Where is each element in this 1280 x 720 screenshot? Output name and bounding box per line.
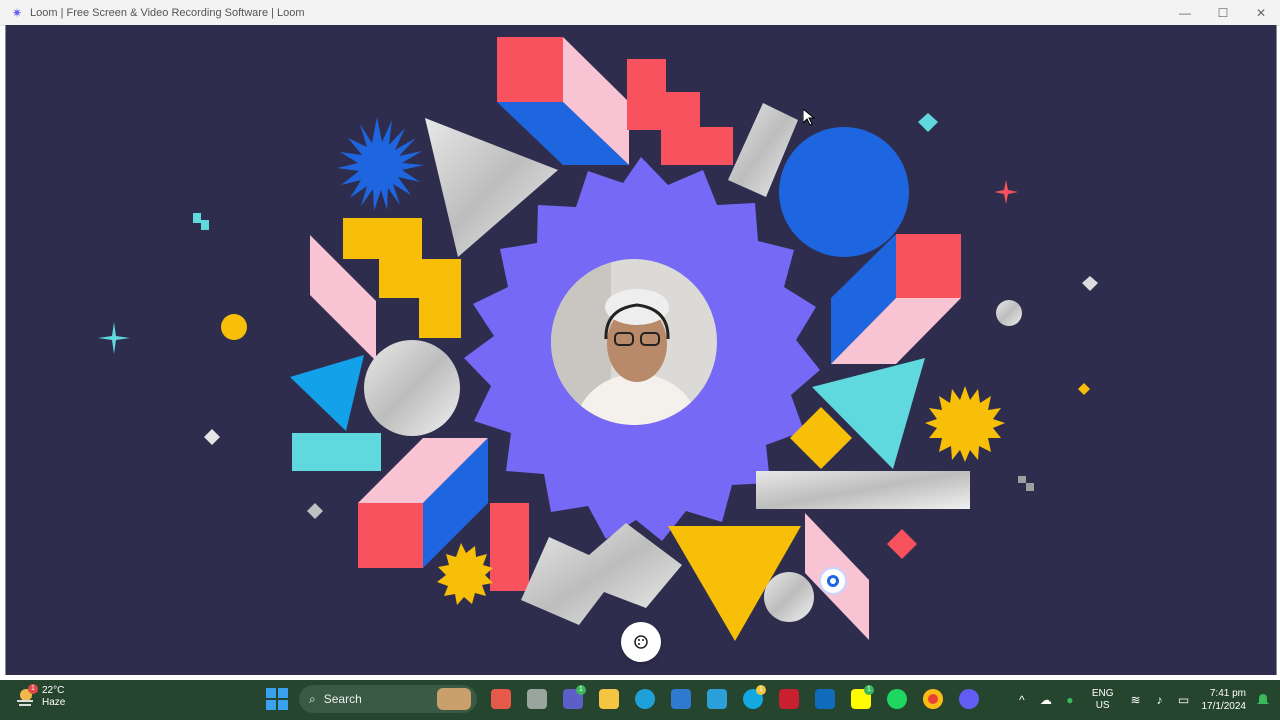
blue-circle — [779, 127, 909, 257]
white-diamond-left — [204, 429, 220, 445]
teams-badge: 1 — [576, 685, 586, 695]
teal-diamond — [918, 113, 938, 132]
webcam-feed — [551, 259, 717, 425]
blue-starburst — [337, 117, 424, 211]
grey-diamond-left — [307, 503, 323, 519]
teal-rect — [292, 433, 381, 471]
teal-sparkle — [98, 322, 130, 354]
marble-circle-bottom — [764, 572, 814, 622]
edge-icon[interactable] — [630, 684, 660, 714]
mcafee-icon[interactable] — [774, 684, 804, 714]
search-highlight-image — [437, 688, 471, 710]
teal-steps — [193, 213, 209, 230]
window-title: Loom | Free Screen & Video Recording Sof… — [30, 6, 305, 19]
marble-zigzag — [521, 523, 682, 625]
file-explorer-icon[interactable] — [486, 684, 516, 714]
clock-date: 17/1/2024 — [1201, 701, 1247, 712]
coral-stairs — [627, 59, 733, 165]
mdp-icon[interactable] — [702, 684, 732, 714]
coral-block-right — [896, 234, 961, 298]
window-controls: — ☐ ✕ — [1166, 0, 1280, 25]
clock-time: 7:41 pm — [1209, 688, 1246, 699]
haze-icon: 1 — [14, 684, 38, 708]
palette-icon — [634, 635, 648, 649]
snapchat-icon[interactable]: 1 — [846, 684, 876, 714]
loom-favicon-icon: ✷ — [12, 5, 23, 20]
weather-badge: 1 — [28, 684, 38, 694]
webcam-bubble[interactable] — [551, 259, 717, 425]
yellow-small-diamond — [1078, 383, 1090, 395]
theme-button[interactable] — [621, 622, 661, 662]
folder-icon[interactable] — [594, 684, 624, 714]
skype-badge: 1 — [756, 685, 766, 695]
browser-window: ✷ Loom | Free Screen & Video Recording S… — [0, 0, 1280, 680]
spotify-icon[interactable] — [882, 684, 912, 714]
loom-app-icon[interactable] — [954, 684, 984, 714]
windows-start-icon[interactable] — [265, 687, 289, 711]
weather-temp: 22°C — [42, 685, 65, 696]
white-diamond-right — [1082, 276, 1098, 291]
coral-sparkle — [994, 180, 1018, 204]
taskbar-search[interactable]: ⌕ Search — [299, 685, 477, 713]
minimize-button[interactable]: — — [1166, 0, 1204, 25]
weather-condition: Haze — [42, 697, 66, 708]
yellow-starburst-right — [925, 386, 1005, 462]
loom-control-bubble[interactable] — [819, 567, 847, 595]
onedrive-icon[interactable]: ☁ — [1034, 688, 1058, 712]
marble-dot-right — [996, 300, 1022, 326]
microphone-icon[interactable]: ● — [1058, 688, 1082, 712]
coral-bar — [490, 503, 529, 591]
marble-bar — [756, 471, 970, 509]
notification-bell-icon[interactable] — [1256, 693, 1270, 707]
grey-steps — [1018, 476, 1034, 491]
loom-recording-stage — [5, 25, 1277, 675]
skype-icon[interactable]: 1 — [738, 684, 768, 714]
close-button[interactable]: ✕ — [1242, 0, 1280, 25]
language-indicator[interactable]: ENG US — [1092, 688, 1114, 712]
language-bottom: US — [1095, 700, 1110, 711]
taskbar: 1 22°C Haze ⌕ Search 1 1 1 ^ ☁ ● ENG US … — [0, 680, 1280, 720]
battery-icon[interactable]: ▭ — [1172, 688, 1196, 712]
coral-diamond — [887, 529, 917, 559]
teams-icon[interactable]: 1 — [558, 684, 588, 714]
taskbar-center: ⌕ Search 1 1 1 — [265, 684, 987, 714]
marble-circle-left — [364, 340, 460, 436]
wifi-icon[interactable]: ≋ — [1124, 688, 1148, 712]
volume-icon[interactable]: ♪ — [1148, 688, 1172, 712]
outlook-icon[interactable] — [810, 684, 840, 714]
title-bar[interactable]: ✷ Loom | Free Screen & Video Recording S… — [0, 0, 1280, 26]
task-view-icon[interactable] — [522, 684, 552, 714]
coral-block-bottom — [358, 503, 423, 568]
search-label: Search — [323, 692, 362, 706]
yellow-starburst-small — [437, 543, 493, 605]
system-tray: ^ ☁ ● ENG US ≋ ♪ ▭ 7:41 pm 17/1/2024 — [1010, 680, 1280, 720]
search-icon: ⌕ — [309, 691, 316, 706]
maximize-button[interactable]: ☐ — [1204, 0, 1242, 25]
chevron-up-icon[interactable]: ^ — [1010, 688, 1034, 712]
coral-block-top — [497, 37, 563, 102]
store-icon[interactable] — [666, 684, 696, 714]
chrome-icon[interactable] — [918, 684, 948, 714]
clock[interactable]: 7:41 pm 17/1/2024 — [1202, 687, 1247, 713]
blue-triangle-left — [290, 355, 364, 431]
mouse-cursor-icon — [803, 109, 815, 126]
yellow-dot — [221, 314, 247, 340]
language-top: ENG — [1091, 688, 1114, 699]
weather-widget[interactable]: 1 22°C Haze — [14, 684, 66, 709]
loom-logo-icon — [827, 575, 839, 587]
snapchat-badge: 1 — [864, 685, 874, 695]
